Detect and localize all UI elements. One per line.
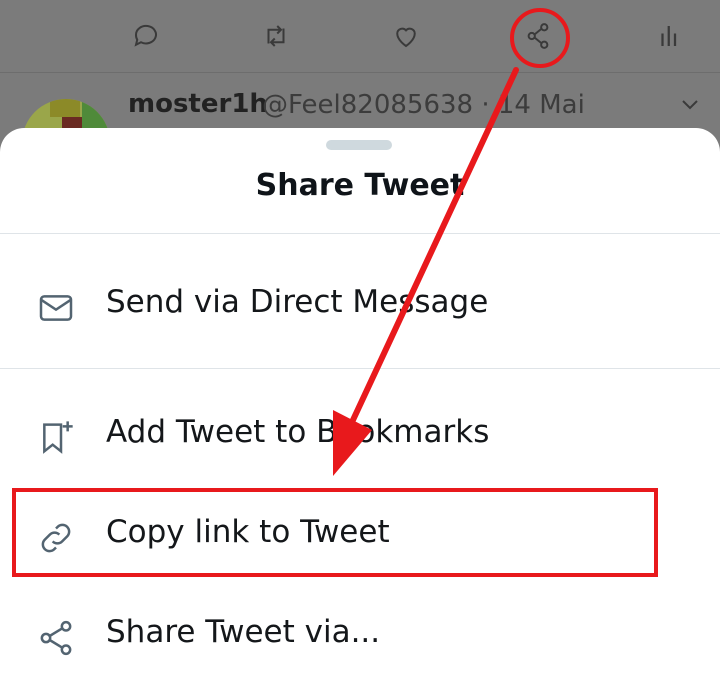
share-button-highlight-circle: [510, 8, 570, 68]
divider: [0, 368, 720, 369]
tweet-action-bar: [0, 0, 720, 72]
like-icon[interactable]: [382, 12, 430, 60]
sheet-grabber[interactable]: [326, 140, 392, 150]
reply-author-name[interactable]: moster1h: [128, 89, 268, 119]
share-icon: [40, 620, 72, 656]
reply-handle-date: @Feel82085638 · 14 Mai: [262, 90, 585, 120]
analytics-icon[interactable]: [646, 12, 694, 60]
send-via-dm-label: Send via Direct Message: [106, 284, 489, 320]
sheet-title: Share Tweet: [255, 168, 465, 203]
copy-link-highlight-box: [12, 488, 658, 577]
share-via-item[interactable]: Share Tweet via...: [0, 586, 720, 684]
add-bookmark-item[interactable]: Add Tweet to Bookmarks: [0, 386, 720, 484]
retweet-icon[interactable]: [252, 12, 300, 60]
bookmark-add-icon: [43, 421, 73, 454]
chevron-down-icon[interactable]: [678, 93, 702, 117]
send-via-dm-item[interactable]: Send via Direct Message: [0, 256, 720, 354]
divider: [0, 233, 720, 234]
share-sheet: Share Tweet Send via Direct Message Add …: [0, 128, 720, 700]
share-via-label: Share Tweet via...: [106, 614, 381, 650]
add-bookmark-label: Add Tweet to Bookmarks: [106, 414, 490, 450]
envelope-icon: [39, 295, 73, 321]
reply-icon[interactable]: [122, 12, 170, 60]
